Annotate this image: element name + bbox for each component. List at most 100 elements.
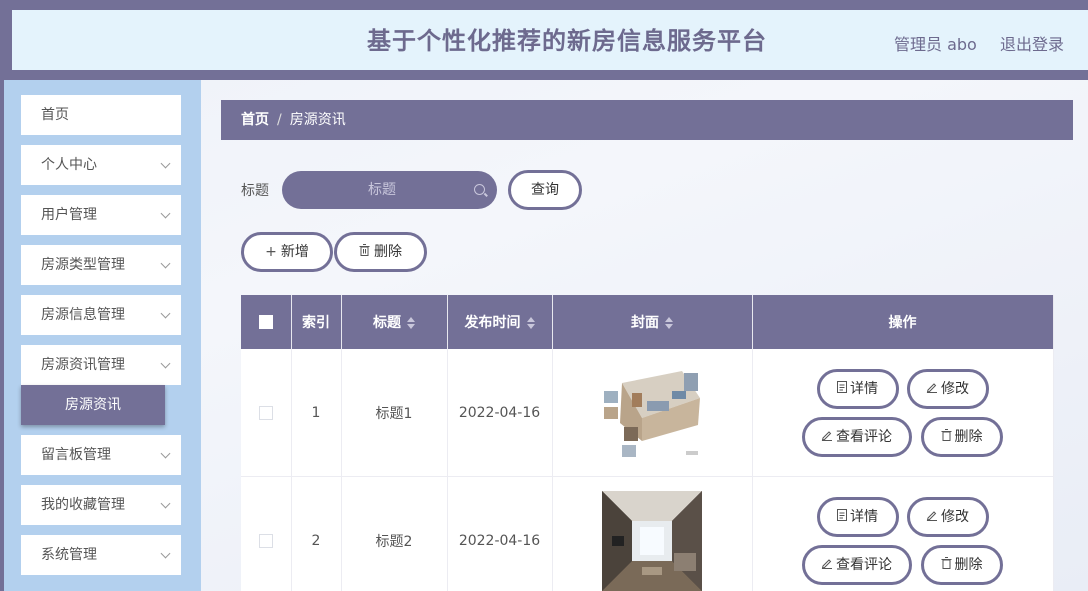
row-operations: 详情 修改 查看评论 删除 xyxy=(753,477,1053,591)
row-publish-date: 2022-04-16 xyxy=(447,476,553,591)
delete-label: 删除 xyxy=(954,429,983,445)
trash-icon xyxy=(941,549,952,583)
detail-button[interactable]: 详情 xyxy=(816,369,899,409)
search-title-label: 标题 xyxy=(241,183,269,199)
sidebar-item-label: 系统管理 xyxy=(41,547,97,563)
sidebar-item-personal-center[interactable]: 个人中心 xyxy=(21,145,181,185)
sidebar-item-home[interactable]: 首页 xyxy=(21,95,181,135)
top-bar: 基于个性化推荐的新房信息服务平台 管理员 abo 退出登录 xyxy=(0,0,1088,80)
edit-button[interactable]: 修改 xyxy=(906,369,989,409)
chevron-down-icon xyxy=(160,158,171,169)
breadcrumb: 首页 / 房源资讯 xyxy=(221,100,1073,140)
search-title-input[interactable] xyxy=(302,171,462,209)
sidebar-item-label: 首页 xyxy=(41,107,69,123)
cover-image-floorplan xyxy=(602,362,702,463)
admin-label: 管理员 abo xyxy=(894,35,977,54)
sidebar-item-label: 房源资讯管理 xyxy=(41,357,125,373)
sidebar: 首页 个人中心 用户管理 房源类型管理 房源信息管理 房源资讯管理 房源资讯 留… xyxy=(0,80,201,591)
view-comments-label: 查看评论 xyxy=(836,557,892,573)
search-icon xyxy=(474,184,485,195)
query-button[interactable]: 查询 xyxy=(508,170,582,210)
header-panel: 基于个性化推荐的新房信息服务平台 管理员 abo 退出登录 xyxy=(12,10,1088,70)
trash-icon xyxy=(941,421,952,455)
sidebar-item-system-management[interactable]: 系统管理 xyxy=(21,535,181,575)
delete-button[interactable]: 删除 xyxy=(920,545,1003,585)
chevron-down-icon xyxy=(160,358,171,369)
column-label: 索引 xyxy=(302,315,330,331)
breadcrumb-separator: / xyxy=(277,112,282,128)
chevron-down-icon xyxy=(160,208,171,219)
edit-pencil-icon xyxy=(926,501,938,535)
header-title[interactable]: 标题 xyxy=(341,295,448,349)
search-box xyxy=(282,171,497,209)
edit-pencil-icon xyxy=(821,421,833,455)
document-icon xyxy=(837,501,847,535)
sidebar-item-house-news-management[interactable]: 房源资讯管理 xyxy=(21,345,181,385)
sidebar-accent-strip xyxy=(0,80,4,591)
view-comments-label: 查看评论 xyxy=(836,429,892,445)
select-all-checkbox[interactable] xyxy=(258,315,273,329)
batch-delete-label: 删除 xyxy=(374,244,402,260)
table-header-row: 索引 标题 发布时间 封面 操作 xyxy=(241,295,1054,349)
row-title: 标题2 xyxy=(341,476,448,591)
delete-label: 删除 xyxy=(954,557,983,573)
view-comments-button[interactable]: 查看评论 xyxy=(801,545,912,585)
trash-icon xyxy=(359,235,370,269)
logout-link[interactable]: 退出登录 xyxy=(1000,31,1064,55)
edit-pencil-icon xyxy=(926,373,938,407)
sort-icon[interactable] xyxy=(665,317,673,329)
row-checkbox[interactable] xyxy=(258,533,273,548)
edit-pencil-icon xyxy=(821,549,833,583)
column-label: 发布时间 xyxy=(464,315,521,331)
sort-icon[interactable] xyxy=(526,317,535,329)
chevron-down-icon xyxy=(160,258,171,269)
table-row: 1 标题1 2022-04-16 详情 修改 查看评论 删除 xyxy=(241,349,1054,477)
sidebar-item-user-management[interactable]: 用户管理 xyxy=(21,195,181,235)
header-operations: 操作 xyxy=(752,295,1054,349)
row-publish-date: 2022-04-16 xyxy=(447,349,553,477)
sidebar-item-message-board-management[interactable]: 留言板管理 xyxy=(21,435,181,475)
header-cover[interactable]: 封面 xyxy=(552,295,753,349)
header-index: 索引 xyxy=(291,295,342,349)
row-index: 2 xyxy=(291,476,342,591)
chevron-down-icon xyxy=(160,548,171,559)
delete-button[interactable]: 删除 xyxy=(920,417,1003,457)
sidebar-item-favorites-management[interactable]: 我的收藏管理 xyxy=(21,485,181,525)
add-button-label: 新增 xyxy=(280,244,309,260)
plus-icon: + xyxy=(265,244,277,260)
document-icon xyxy=(837,373,847,407)
add-button[interactable]: + 新增 xyxy=(241,232,333,272)
chevron-down-icon xyxy=(160,308,171,319)
sidebar-item-label: 用户管理 xyxy=(41,207,97,223)
header-select-all[interactable] xyxy=(241,295,292,349)
column-label: 封面 xyxy=(631,315,659,331)
sidebar-item-label: 房源类型管理 xyxy=(41,257,125,273)
header-publish-time[interactable]: 发布时间 xyxy=(447,295,553,349)
chevron-down-icon xyxy=(160,498,171,509)
row-checkbox[interactable] xyxy=(258,405,273,420)
sidebar-item-house-info-management[interactable]: 房源信息管理 xyxy=(21,295,181,335)
sidebar-item-label: 留言板管理 xyxy=(41,447,111,463)
breadcrumb-home[interactable]: 首页 xyxy=(241,112,269,128)
cover-image-living-room xyxy=(602,490,702,591)
news-table: 索引 标题 发布时间 封面 操作 1 标题1 2022-04-16 详情 修改 … xyxy=(241,295,1054,591)
sidebar-item-label: 个人中心 xyxy=(41,157,97,173)
column-label: 操作 xyxy=(888,315,917,331)
sidebar-item-label: 房源信息管理 xyxy=(41,307,125,323)
chevron-down-icon xyxy=(160,448,171,459)
sidebar-subitem-house-news[interactable]: 房源资讯 xyxy=(21,385,165,425)
detail-button[interactable]: 详情 xyxy=(816,497,899,537)
sidebar-item-house-type-management[interactable]: 房源类型管理 xyxy=(21,245,181,285)
edit-label: 修改 xyxy=(941,509,969,525)
row-title: 标题1 xyxy=(341,349,448,477)
sidebar-item-label: 我的收藏管理 xyxy=(41,497,125,513)
table-row: 2 标题2 2022-04-16 详情 修改 查看评论 删除 xyxy=(241,476,1054,591)
sort-icon[interactable] xyxy=(407,317,415,329)
row-operations: 详情 修改 查看评论 删除 xyxy=(753,349,1053,476)
view-comments-button[interactable]: 查看评论 xyxy=(801,417,912,457)
edit-label: 修改 xyxy=(941,381,969,397)
edit-button[interactable]: 修改 xyxy=(906,497,989,537)
batch-delete-button[interactable]: 删除 xyxy=(334,232,427,272)
detail-label: 详情 xyxy=(850,509,878,525)
breadcrumb-current: 房源资讯 xyxy=(289,112,346,128)
